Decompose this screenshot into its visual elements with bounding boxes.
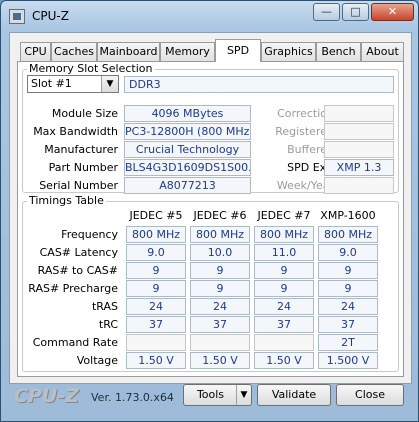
timings-cell: 9 xyxy=(190,280,250,297)
tab-cpu[interactable]: CPU xyxy=(20,42,51,61)
close-button[interactable]: Close xyxy=(336,384,404,406)
correction-value xyxy=(324,105,394,122)
timings-row-label: Frequency xyxy=(61,228,118,241)
cpuz-brand-logo: CPU-Z xyxy=(14,385,79,407)
tab-bench[interactable]: Bench xyxy=(316,42,361,61)
timings-cell: 800 MHz xyxy=(190,226,250,243)
timings-cell xyxy=(190,334,250,351)
spd-ext-label: SPD Ext. xyxy=(287,161,334,174)
timings-cell: 9 xyxy=(190,262,250,279)
timings-cell: 24 xyxy=(126,298,186,315)
max-bandwidth-value: PC3-12800H (800 MHz) xyxy=(124,123,251,140)
timings-cell: 1.500 V xyxy=(318,352,378,369)
timings-cell: 9.0 xyxy=(126,244,186,261)
timings-cell: 9 xyxy=(254,280,314,297)
module-size-value: 4096 MBytes xyxy=(124,105,251,122)
timings-cell: 9 xyxy=(254,262,314,279)
timings-cell: 10.0 xyxy=(190,244,250,261)
timings-group-label: Timings Table xyxy=(27,194,106,207)
registered-value xyxy=(324,123,394,140)
memory-slot-group-label: Memory Slot Selection xyxy=(27,62,155,75)
timings-cell: 800 MHz xyxy=(126,226,186,243)
slot-select-value: Slot #1 xyxy=(31,77,72,90)
timings-cell: 37 xyxy=(190,316,250,333)
tab-spd[interactable]: SPD xyxy=(215,39,261,62)
tab-about[interactable]: About xyxy=(361,42,404,61)
timings-row-label: RAS# Precharge xyxy=(28,282,118,295)
spd-ext-value: XMP 1.3 xyxy=(324,159,394,176)
timings-cell xyxy=(254,334,314,351)
week-year-value xyxy=(324,177,394,194)
slot-select[interactable]: Slot #1 ▼ xyxy=(27,75,119,93)
timings-column-header: JEDEC #5 xyxy=(129,209,183,222)
cpuz-window: CPU-Z — □ ✕ CPU Caches Mainboard Memory … xyxy=(0,0,419,422)
chevron-down-icon[interactable]: ▼ xyxy=(236,385,251,405)
max-bandwidth-label: Max Bandwidth xyxy=(33,125,118,138)
timings-cell: 24 xyxy=(318,298,378,315)
footer-bar: CPU-Z Ver. 1.73.0.x64 Tools ▼ Validate C… xyxy=(9,383,410,413)
timings-row-label: Command Rate xyxy=(32,336,118,349)
timings-row-label: tRC xyxy=(98,318,118,331)
buffered-value xyxy=(324,141,394,158)
timings-cell: 1.50 V xyxy=(254,352,314,369)
manufacturer-value: Crucial Technology xyxy=(124,141,251,158)
tools-button-label: Tools xyxy=(196,388,225,401)
correction-label: Correction xyxy=(277,107,334,120)
timings-row-label: Voltage xyxy=(76,354,118,367)
spd-panel: Memory Slot Selection Slot #1 ▼ DDR3 Mod… xyxy=(17,61,404,377)
timings-cell: 9 xyxy=(318,280,378,297)
tab-memory[interactable]: Memory xyxy=(160,42,215,61)
part-number-label: Part Number xyxy=(48,161,118,174)
timings-group: Timings Table JEDEC #5 JEDEC #6 JEDEC #7 XM… xyxy=(22,194,399,372)
timings-cell: 800 MHz xyxy=(318,226,378,243)
timings-cell: 9 xyxy=(126,280,186,297)
client-area: CPU Caches Mainboard Memory SPD Graphics… xyxy=(9,32,412,384)
memory-slot-group: Memory Slot Selection Slot #1 ▼ DDR3 Mod… xyxy=(22,62,399,194)
timings-cell: 11.0 xyxy=(254,244,314,261)
window-title: CPU-Z xyxy=(32,9,69,23)
timings-column-header: JEDEC #7 xyxy=(257,209,311,222)
minimize-button[interactable]: — xyxy=(313,3,340,21)
timings-cell xyxy=(126,334,186,351)
maximize-button[interactable]: □ xyxy=(342,3,369,21)
close-window-button[interactable]: ✕ xyxy=(371,3,414,21)
tab-mainboard[interactable]: Mainboard xyxy=(97,42,160,61)
version-label: Ver. 1.73.0.x64 xyxy=(91,391,174,404)
cpuz-app-icon xyxy=(9,9,25,24)
manufacturer-label: Manufacturer xyxy=(44,143,118,156)
registered-label: Registered xyxy=(275,125,334,138)
part-number-value: BLS4G3D1609DS1S00. xyxy=(124,159,251,176)
timings-cell: 2T xyxy=(318,334,378,351)
timings-row-label: CAS# Latency xyxy=(39,246,118,259)
timings-cell: 1.50 V xyxy=(190,352,250,369)
module-size-label: Module Size xyxy=(51,107,118,120)
timings-row-label: RAS# to CAS# xyxy=(37,264,118,277)
timings-cell: 9 xyxy=(318,262,378,279)
timings-cell: 24 xyxy=(190,298,250,315)
memory-type: DDR3 xyxy=(124,76,394,93)
tab-caches[interactable]: Caches xyxy=(51,42,97,61)
timings-cell: 1.50 V xyxy=(126,352,186,369)
timings-cell: 9.0 xyxy=(318,244,378,261)
validate-button[interactable]: Validate xyxy=(257,384,331,406)
tools-button[interactable]: Tools ▼ xyxy=(183,384,252,406)
week-year-label: Week/Year xyxy=(276,179,334,192)
timings-row-label: tRAS xyxy=(91,300,118,313)
timings-cell: 24 xyxy=(254,298,314,315)
serial-number-value: A8077213 xyxy=(124,177,251,194)
timings-cell: 37 xyxy=(254,316,314,333)
timings-cell: 9 xyxy=(126,262,186,279)
timings-cell: 800 MHz xyxy=(254,226,314,243)
timings-cell: 37 xyxy=(126,316,186,333)
chevron-down-icon[interactable]: ▼ xyxy=(101,76,118,92)
serial-number-label: Serial Number xyxy=(39,179,118,192)
timings-column-header: XMP-1600 xyxy=(320,209,376,222)
title-bar[interactable]: CPU-Z — □ ✕ xyxy=(1,1,418,31)
buffered-label: Buffered xyxy=(287,143,334,156)
timings-column-header: JEDEC #6 xyxy=(193,209,247,222)
tab-graphics[interactable]: Graphics xyxy=(261,42,316,61)
timings-cell: 37 xyxy=(318,316,378,333)
